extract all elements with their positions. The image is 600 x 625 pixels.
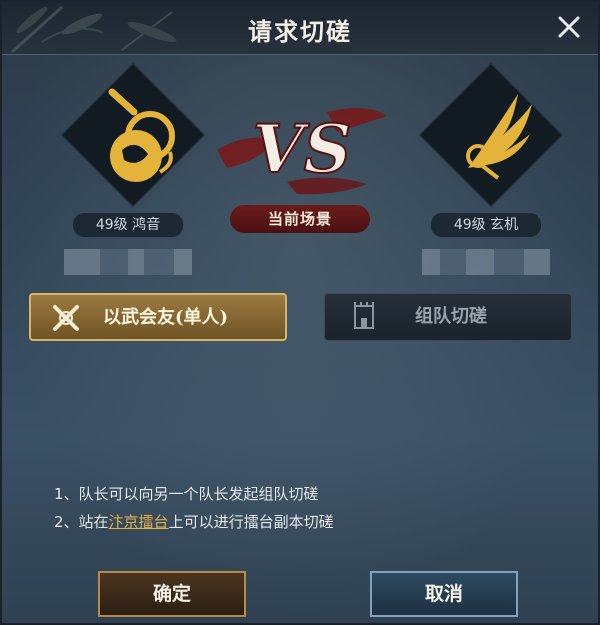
solo-spar-label: 以武会友(单人): [103, 307, 229, 328]
crossed-swords-icon: [53, 305, 79, 331]
wing-icon: [466, 94, 532, 180]
confirm-button[interactable]: 确定: [98, 571, 246, 617]
left-name-redacted: [64, 249, 192, 275]
note-line-2-suffix: 上可以进行擂台副本切磋: [168, 513, 334, 531]
tower-icon: [354, 302, 374, 329]
cancel-button[interactable]: 取消: [370, 571, 518, 617]
note-line-2-prefix: 2、站在: [54, 513, 109, 531]
title-bar: 请求切磋: [2, 2, 598, 55]
vs-emblem: VS: [217, 107, 387, 195]
lute-icon: [108, 88, 175, 182]
left-player-emblem: [60, 62, 206, 208]
solo-spar-button[interactable]: 以武会友(单人): [29, 293, 287, 341]
notes: 1、队长可以向另一个队长发起组队切磋 2、站在汴京擂台上可以进行擂台副本切磋: [54, 480, 334, 536]
team-spar-button[interactable]: 组队切磋: [324, 293, 572, 341]
right-player-emblem: [418, 62, 564, 208]
note-line-1: 1、队长可以向另一个队长发起组队切磋: [54, 485, 319, 503]
note-line-2: 2、站在汴京擂台上可以进行擂台副本切磋: [54, 508, 334, 536]
scene-tag: 当前场景: [230, 205, 370, 233]
arena-link[interactable]: 汴京擂台: [109, 513, 169, 531]
right-level-label: 49级 玄机: [430, 212, 542, 238]
spar-request-dialog: 请求切磋 VS 当前场景 49级 鸿音 49级 玄机 以武会友(单人) 组队切磋…: [0, 0, 600, 625]
team-spar-label: 组队切磋: [415, 306, 487, 327]
left-level-label: 49级 鸿音: [72, 212, 184, 238]
vs-label: VS: [253, 110, 352, 188]
dialog-title: 请求切磋: [248, 17, 352, 46]
right-name-redacted: [422, 249, 550, 275]
close-icon[interactable]: [556, 14, 582, 40]
